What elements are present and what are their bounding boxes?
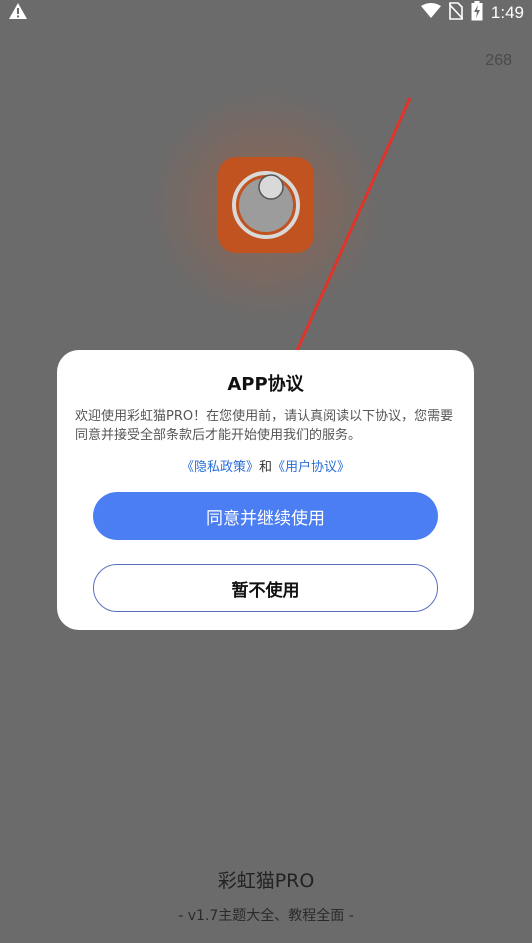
agreement-dialog: APP协议 欢迎使用彩虹猫PRO！在您使用前，请认真阅读以下协议，您需要同意并接… [57,350,474,630]
no-sim-icon [448,2,464,24]
wifi-icon [420,3,441,23]
dialog-body: 欢迎使用彩虹猫PRO！在您使用前，请认真阅读以下协议，您需要同意并接受全部条款后… [75,409,454,443]
app-name: 彩虹猫PRO [217,870,315,892]
status-bar: 1:49 [0,0,532,24]
app-logo [148,87,384,323]
user-agreement-link[interactable]: 《用户协议》 [272,460,350,475]
battery-charging-icon [471,1,483,25]
app-subtitle: - v1.7主题大全、教程全面 - [178,908,354,924]
agreement-links: 《隐私政策》和《用户协议》 [57,456,474,475]
status-time: 1:49 [490,3,524,22]
app-logo-icon [218,157,314,253]
agree-continue-button[interactable]: 同意并继续使用 [93,492,438,540]
dialog-title: APP协议 [227,374,304,395]
privacy-policy-link[interactable]: 《隐私政策》 [181,460,259,475]
and-text: 和 [258,460,272,475]
warning-icon [8,2,28,24]
counter-label: 268 [485,52,512,69]
decline-button[interactable]: 暂不使用 [93,564,438,612]
